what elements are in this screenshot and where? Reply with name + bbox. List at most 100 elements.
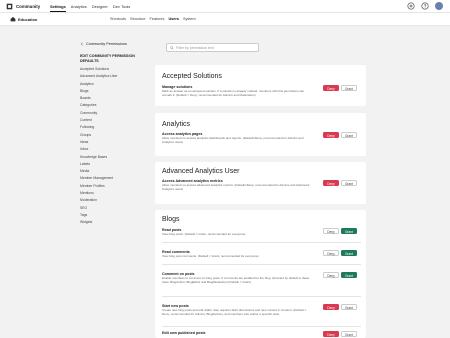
- sidebar-item-following[interactable]: Following: [80, 124, 142, 131]
- search-icon: [170, 46, 174, 50]
- top-nav: Settings Analytics Designer Dev Tools: [50, 4, 130, 12]
- permission-edit-own-published-posts: Edit own published posts Deny Grant: [162, 331, 362, 337]
- permission-access-advanced-analytics: Access Advanced analytics metrics Allow …: [162, 179, 362, 192]
- section-analytics: Analytics Access analytics pages Allow m…: [155, 113, 366, 156]
- permission-toggle: Deny Grant: [323, 132, 357, 138]
- permission-description: Create new blog posts and edit drafts. A…: [162, 308, 307, 316]
- sidebar-item-groups[interactable]: Groups: [80, 132, 142, 139]
- permission-comment-on-posts: Comment on posts Enable members to comme…: [162, 272, 362, 285]
- sidebar-item-analytics[interactable]: Analytics: [80, 81, 142, 88]
- help-icon[interactable]: [421, 2, 429, 10]
- grant-button[interactable]: Grant: [341, 304, 357, 310]
- sidebar-item-widgets[interactable]: Widgets: [80, 219, 142, 226]
- permission-manage-solutions: Manage solutions Mark an answer as an ac…: [162, 85, 362, 98]
- permission-description: Allow members to access analytics dashbo…: [162, 136, 304, 144]
- deny-button[interactable]: Deny: [323, 304, 339, 310]
- sidebar-item-community[interactable]: Community: [80, 110, 142, 117]
- permission-filter: [166, 43, 259, 52]
- permission-description: Mark an answer as an accepted solution. …: [162, 89, 305, 97]
- sidebar-item-categories[interactable]: Categories: [80, 102, 142, 109]
- divider: [162, 264, 361, 265]
- divider: [162, 242, 361, 243]
- permission-start-new-posts: Start new posts Create new blog posts an…: [162, 304, 362, 317]
- sidebar-item-inbox[interactable]: Inbox: [80, 146, 142, 153]
- top-bar: Community Settings Analytics Designer De…: [0, 0, 450, 13]
- sidebar-item-advanced-analytics-user[interactable]: Advanced Analytics User: [80, 73, 142, 80]
- sidebar-item-member-profiles[interactable]: Member Profiles: [80, 183, 142, 190]
- community-logo-icon: [6, 3, 13, 10]
- permission-toggle: Deny Grant: [323, 272, 357, 278]
- sidebar-item-tags[interactable]: Tags: [80, 212, 142, 219]
- permission-description: View blog post comments. (Default = Gran…: [162, 254, 259, 258]
- add-icon[interactable]: [407, 2, 415, 10]
- sidebar-item-member-management[interactable]: Member Management: [80, 175, 142, 182]
- permission-toggle: Deny Grant: [323, 331, 357, 337]
- divider: [162, 326, 361, 327]
- deny-button[interactable]: Deny: [323, 180, 339, 186]
- section-title: Analytics: [162, 121, 191, 128]
- section-advanced-analytics-user: Advanced Analytics User Access Advanced …: [155, 162, 366, 204]
- permission-description: Enable members to comment on blog posts.…: [162, 276, 310, 284]
- deny-button[interactable]: Deny: [323, 250, 339, 256]
- deny-button[interactable]: Deny: [323, 331, 339, 337]
- subnav-system[interactable]: System: [183, 17, 196, 21]
- deny-button[interactable]: Deny: [323, 228, 339, 234]
- deny-button[interactable]: Deny: [323, 272, 339, 278]
- deny-button[interactable]: Deny: [323, 132, 339, 138]
- chevron-left-icon: [80, 42, 83, 46]
- subnav-shortcuts[interactable]: Shortcuts: [110, 17, 126, 21]
- nav-designer[interactable]: Designer: [92, 4, 108, 12]
- section-title: Advanced Analytics User: [162, 168, 240, 175]
- grant-button[interactable]: Grant: [341, 250, 357, 256]
- permission-read-comments: Read comments View blog post comments. (…: [162, 250, 362, 259]
- deny-button[interactable]: Deny: [323, 85, 339, 91]
- permission-toggle: Deny Grant: [323, 85, 357, 91]
- sub-nav: Shortcuts Structure Features Users Syste…: [110, 17, 196, 21]
- permission-toggle: Deny Grant: [323, 250, 357, 256]
- permission-toggle: Deny Grant: [323, 228, 357, 234]
- permission-read-posts: Read posts View blog posts. (Default = G…: [162, 228, 362, 237]
- sidebar-item-ideas[interactable]: Ideas: [80, 139, 142, 146]
- sidebar-item-moderation[interactable]: Moderation: [80, 197, 142, 204]
- nav-settings[interactable]: Settings: [50, 4, 66, 12]
- section-blogs: Blogs Read posts View blog posts. (Defau…: [155, 210, 366, 338]
- sidebar-item-content[interactable]: Content: [80, 117, 142, 124]
- sidebar-item-seo[interactable]: SEO: [80, 205, 142, 212]
- sidebar-item-knowledge-bases[interactable]: Knowledge Bases: [80, 154, 142, 161]
- divider: [162, 296, 361, 297]
- back-link-label: Community Permissions: [86, 42, 127, 46]
- top-icons: [407, 2, 443, 10]
- grant-button[interactable]: Grant: [341, 132, 357, 138]
- grant-button[interactable]: Grant: [341, 272, 357, 278]
- subnav-features[interactable]: Features: [149, 17, 164, 21]
- back-link[interactable]: Community Permissions: [80, 42, 142, 46]
- breadcrumb[interactable]: Education: [18, 17, 37, 22]
- section-title: Accepted Solutions: [162, 73, 222, 80]
- permission-toggle: Deny Grant: [323, 304, 357, 310]
- app-name: Community: [16, 4, 41, 9]
- permission-toggle: Deny Grant: [323, 180, 357, 186]
- grant-button[interactable]: Grant: [341, 85, 357, 91]
- sidebar-item-blogs[interactable]: Blogs: [80, 88, 142, 95]
- section-title: Blogs: [162, 216, 180, 223]
- user-avatar[interactable]: [435, 2, 443, 10]
- permission-access-analytics-pages: Access analytics pages Allow members to …: [162, 132, 362, 145]
- community-home-icon[interactable]: [10, 16, 16, 22]
- subnav-structure[interactable]: Structure: [130, 17, 145, 21]
- sidebar-item-accepted-solutions[interactable]: Accepted Solutions: [80, 66, 142, 73]
- grant-button[interactable]: Grant: [341, 180, 357, 186]
- permission-description: View blog posts. (Default = Grant, recom…: [162, 232, 246, 236]
- sub-bar: Education Shortcuts Structure Features U…: [0, 13, 450, 26]
- grant-button[interactable]: Grant: [341, 228, 357, 234]
- nav-analytics[interactable]: Analytics: [71, 4, 87, 12]
- nav-dev-tools[interactable]: Dev Tools: [113, 4, 131, 12]
- sidebar-item-media[interactable]: Media: [80, 168, 142, 175]
- sidebar-item-labels[interactable]: Labels: [80, 161, 142, 168]
- sidebar-item-mentions[interactable]: Mentions: [80, 190, 142, 197]
- sidebar-item-boards[interactable]: Boards: [80, 95, 142, 102]
- permission-search-input[interactable]: [176, 45, 256, 51]
- sidebar-title: EDIT COMMUNITY PERMISSION DEFAULTS: [80, 54, 135, 63]
- permissions-sidebar: Community Permissions EDIT COMMUNITY PER…: [80, 42, 142, 227]
- grant-button[interactable]: Grant: [341, 331, 357, 337]
- subnav-users[interactable]: Users: [168, 17, 179, 21]
